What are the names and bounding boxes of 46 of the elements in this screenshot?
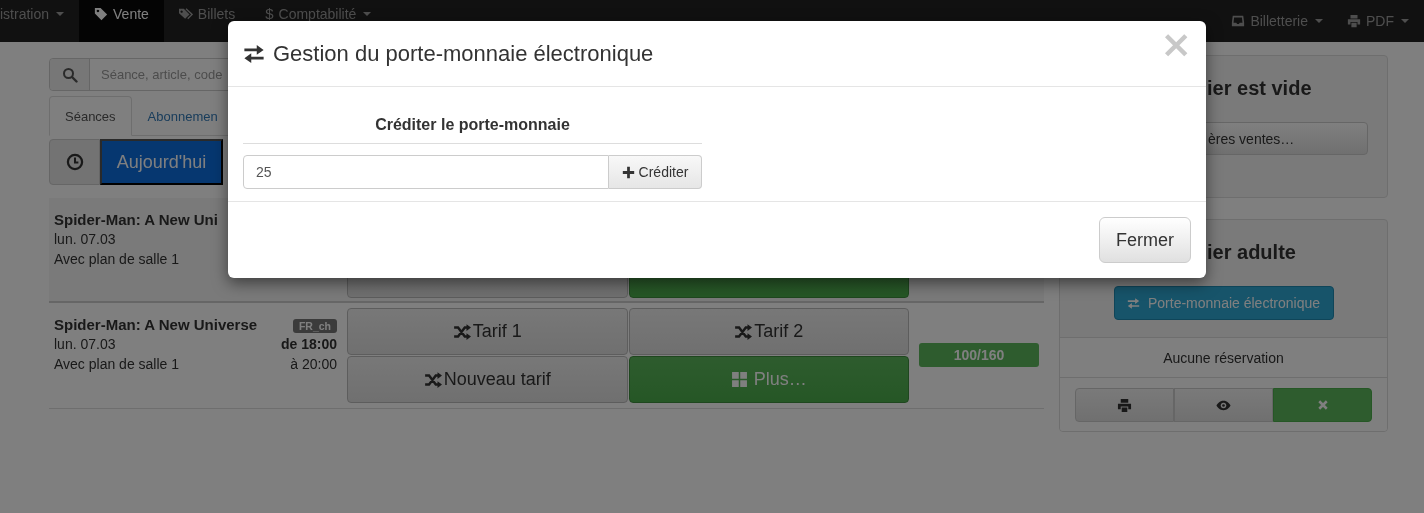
- end-time: à 20:00: [290, 356, 337, 374]
- cross-icon: [1316, 399, 1329, 411]
- clock-icon: [65, 153, 84, 171]
- screening-title: Spider-Man: A New Uni: [54, 211, 219, 230]
- cart-heading: ier est vide: [1206, 76, 1312, 100]
- credit-button[interactable]: Créditer: [609, 155, 702, 189]
- tab[interactable]: Séances: [49, 96, 132, 136]
- today-button[interactable]: Aujourd'hui: [100, 139, 223, 185]
- shuffle-icon: [452, 322, 471, 341]
- tariff-button[interactable]: Tarif 2: [628, 308, 909, 355]
- clock-button[interactable]: [49, 139, 100, 185]
- reservation-status: Aucune réservation: [1163, 349, 1284, 366]
- tags-icon: [178, 7, 193, 21]
- screening-room: Avec plan de salle 1: [54, 251, 181, 269]
- printer-icon: [1117, 397, 1132, 413]
- nav-link[interactable]: Vente: [79, 0, 164, 42]
- tag-icon: [94, 7, 109, 21]
- capacity-label: 100/160: [919, 343, 1039, 367]
- shuffle-icon: [734, 322, 753, 341]
- tariff-button[interactable]: Nouveau tarif: [347, 356, 628, 403]
- screening-title: Spider-Man: A New Universe: [54, 316, 259, 335]
- view-button[interactable]: [1174, 388, 1273, 422]
- customer-heading: ier adulte: [1206, 240, 1296, 264]
- screening-date: lun. 07.03: [54, 231, 117, 249]
- nav-link[interactable]: Billetterie: [1219, 0, 1335, 42]
- amount-field[interactable]: 25: [243, 155, 609, 189]
- shuffle-icon: [423, 370, 442, 389]
- search-icon: [61, 66, 78, 83]
- more-button[interactable]: Plus…: [628, 356, 909, 403]
- printer-icon: [1347, 14, 1361, 28]
- tariff-button[interactable]: Tarif 1: [347, 308, 628, 355]
- exchange-icon: [1127, 296, 1140, 310]
- language-badge: FR_ch: [292, 319, 337, 333]
- modal-title: Gestion du porte-monnaie électronique: [273, 40, 655, 67]
- screening-date: lun. 07.03: [54, 336, 117, 354]
- grid-icon: [730, 371, 748, 388]
- print-button[interactable]: [1075, 388, 1174, 422]
- start-time: de 18:00: [280, 336, 337, 354]
- section-heading: Créditer le porte-monnaie: [375, 116, 570, 134]
- wallet-button[interactable]: Porte-monnaie électronique: [1113, 286, 1334, 320]
- inbox-icon: [1231, 14, 1246, 28]
- plus-icon: [621, 165, 635, 179]
- dollar-icon: $: [265, 6, 274, 22]
- screening-room: Avec plan de salle 1: [54, 356, 181, 374]
- nav-link[interactable]: PDF: [1335, 0, 1421, 42]
- close-button[interactable]: Fermer: [1099, 217, 1191, 263]
